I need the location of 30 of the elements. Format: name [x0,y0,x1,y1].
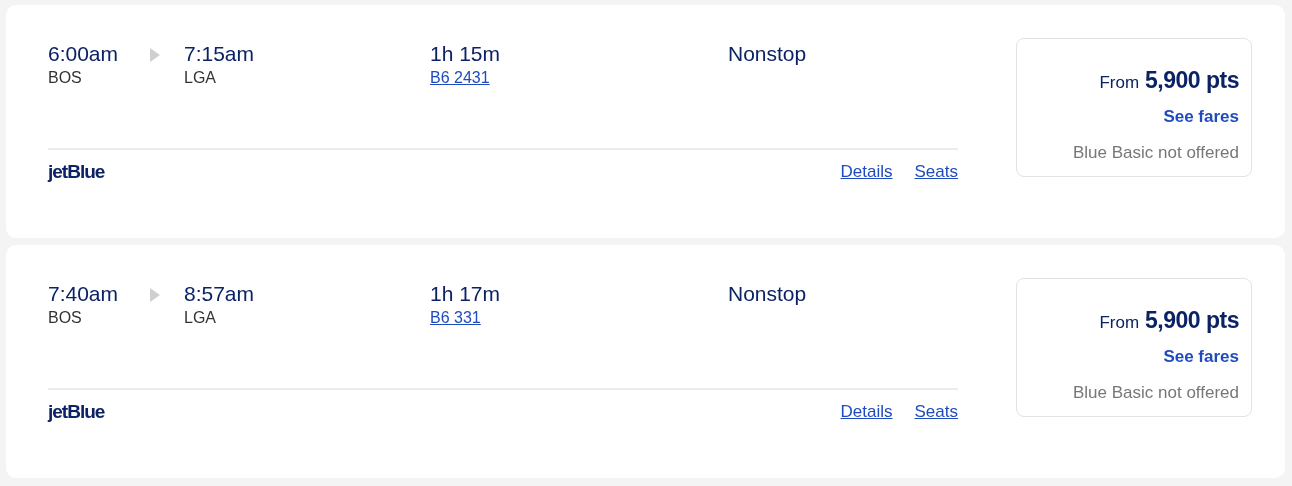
price-prefix: From [1099,72,1140,94]
arrival-airport: LGA [184,308,217,328]
arrival-airport: LGA [184,68,217,88]
see-fares-link[interactable]: See fares [1163,105,1239,128]
detail-link[interactable]: Details [840,161,893,183]
flight-duration: 1h 15m [430,41,501,67]
arrival-time: 8:57am [184,281,256,307]
airline-logo: jetBlue [48,400,105,424]
stops-label: Nonstop [728,41,807,67]
fare-note: Blue Basic not offered [1073,381,1239,404]
departure-airport: BOS [48,68,83,88]
arrow-icon [150,288,160,302]
stops-label: Nonstop [728,281,807,307]
arrival-time: 7:15am [184,41,256,67]
see-fares-link[interactable]: See fares [1163,345,1239,368]
flight-number-link[interactable]: B6 2431 [430,67,490,89]
flight-number-link[interactable]: B6 331 [430,307,481,329]
detail-link[interactable]: Details [840,401,893,423]
price-prefix: From [1099,312,1140,334]
price-points: 5,900 pts [1145,66,1239,95]
departure-time: 6:00am [48,41,120,67]
flight-duration: 1h 17m [430,281,501,307]
arrow-icon [150,48,160,62]
departure-airport: BOS [48,308,83,328]
departure-time: 7:40am [48,281,120,307]
fare-note: Blue Basic not offered [1073,141,1239,164]
price-points: 5,900 pts [1145,306,1239,335]
detail-link[interactable]: Seats [914,401,958,423]
detail-link[interactable]: Seats [914,161,958,183]
airline-logo: jetBlue [48,160,105,184]
